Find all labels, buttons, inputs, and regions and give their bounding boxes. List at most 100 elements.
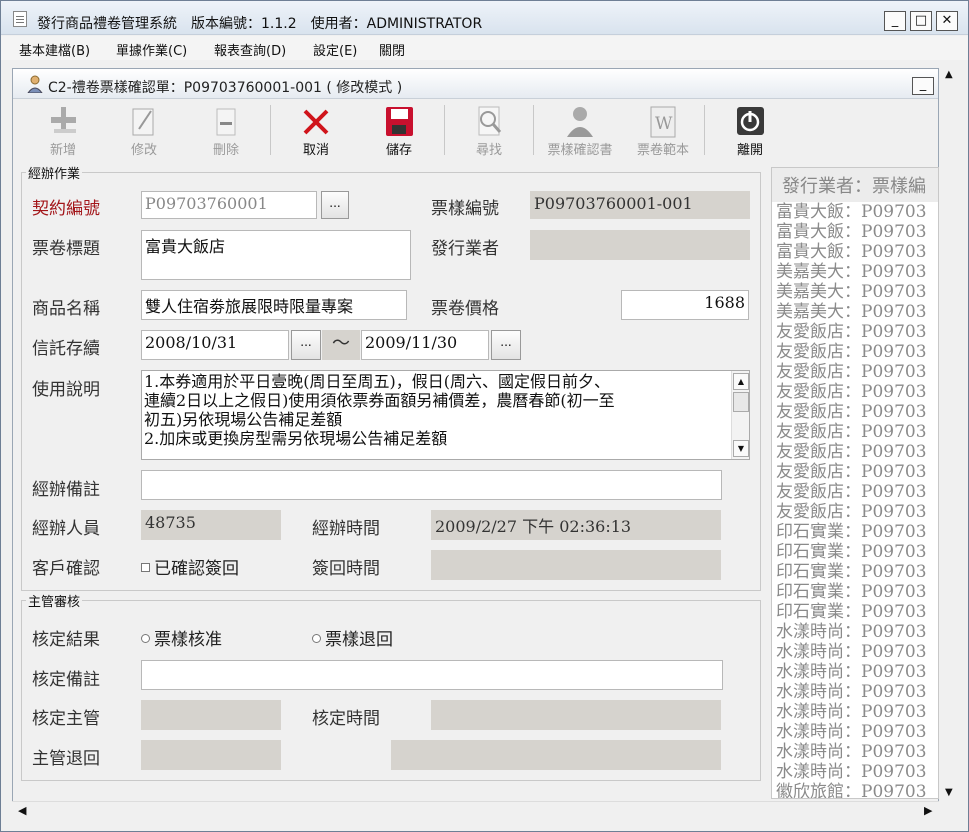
sample-list-row[interactable]: 友愛飯店：P09703	[776, 442, 927, 462]
scroll-up-arrow[interactable]: ▲	[945, 69, 953, 80]
sample-list-row[interactable]: 美嘉美大：P09703	[776, 262, 927, 282]
scroll-right-arrow[interactable]: ▶	[924, 804, 932, 817]
sample-list-row[interactable]: 水漾時尚：P09703	[776, 622, 927, 642]
handle-time-field: 2009/2/27 下午 02:36:13	[431, 510, 721, 540]
sample-list-row[interactable]: 友愛飯店：P09703	[776, 502, 927, 522]
sample-list-row[interactable]: 富貴大飯：P09703	[776, 242, 927, 262]
scroll-down-arrow[interactable]: ▼	[733, 440, 749, 457]
radio-circle	[141, 634, 150, 643]
approver-field	[141, 700, 281, 730]
approve-memo-label: 核定備註	[32, 670, 100, 690]
approve-radio[interactable]: 票樣核准	[141, 625, 222, 650]
menu-reports[interactable]: 報表查詢(D)	[214, 40, 286, 59]
child-minimize-button[interactable]: _	[912, 77, 934, 95]
usage-scrollbar[interactable]: ▲ ▼	[731, 371, 749, 459]
handler-memo-field[interactable]	[141, 470, 722, 500]
menu-bar: 基本建檔(B) 單據作業(C) 報表查詢(D) 設定(E) 關閉	[1, 36, 968, 60]
supervisor-return-detail-field	[391, 740, 721, 770]
signed-back-checkbox[interactable]: 已確認簽回	[141, 554, 239, 579]
sample-list-row[interactable]: 印石實業：P09703	[776, 522, 927, 542]
contract-no-value: P09703760001	[145, 194, 268, 213]
menu-settings[interactable]: 設定(E)	[313, 40, 357, 59]
scroll-left-arrow[interactable]: ◀	[18, 804, 26, 817]
sample-list-row[interactable]: 友愛飯店：P09703	[776, 362, 927, 382]
add-icon	[51, 107, 76, 133]
template-button[interactable]: W 票卷範本	[623, 103, 703, 159]
reject-radio[interactable]: 票樣退回	[312, 625, 393, 650]
sample-no-label: 票樣編號	[431, 199, 499, 219]
trust-end-picker-button[interactable]: ...	[491, 330, 521, 360]
main-vertical-scrollbar[interactable]: ▲ ▼	[941, 67, 959, 803]
approver-label: 核定主管	[32, 709, 100, 729]
sample-list-row[interactable]: 水漾時尚：P09703	[776, 702, 927, 722]
cancel-button[interactable]: 取消	[286, 103, 346, 159]
sample-list-row[interactable]: 友愛飯店：P09703	[776, 462, 927, 482]
maximize-button[interactable]: □	[910, 11, 932, 31]
sample-list-row[interactable]: 美嘉美大：P09703	[776, 282, 927, 302]
scroll-down-arrow[interactable]: ▼	[945, 787, 953, 798]
delete-icon	[216, 108, 236, 136]
date-range-tilde: ～	[322, 330, 360, 360]
price-field[interactable]: 1688	[621, 290, 749, 320]
sample-confirm-button[interactable]: 票樣確認書	[540, 103, 620, 159]
product-name-field[interactable]: 雙人住宿劵旅展限時限量專案	[141, 290, 407, 320]
sample-list-row[interactable]: 印石實業：P09703	[776, 562, 927, 582]
approve-time-field	[431, 700, 721, 730]
trust-start-picker-button[interactable]: ...	[291, 330, 321, 360]
sample-list-row[interactable]: 富貴大飯：P09703	[776, 202, 927, 222]
menu-documents[interactable]: 單據作業(C)	[116, 40, 187, 59]
scroll-thumb[interactable]	[733, 392, 749, 412]
usage-line: 連續2日以上之假日)使用須依票券面額另補價差，農曆春節(初一至	[144, 391, 615, 410]
sample-list-row[interactable]: 友愛飯店：P09703	[776, 422, 927, 442]
child-title-bar: C2-禮卷票樣確認單：P09703760001-001 ( 修改模式 ) _	[13, 69, 938, 99]
minimize-button[interactable]: _	[884, 11, 906, 31]
sample-list-row[interactable]: 富貴大飯：P09703	[776, 222, 927, 242]
trust-start-field[interactable]: 2008/10/31	[141, 330, 289, 360]
contract-lookup-button[interactable]: ...	[321, 191, 349, 219]
delete-label: 刪除	[212, 143, 239, 158]
sample-list-row[interactable]: 水漾時尚：P09703	[776, 762, 927, 782]
menu-close[interactable]: 關閉	[379, 40, 405, 59]
exit-button[interactable]: 離開	[720, 103, 780, 159]
new-label: 新增	[49, 143, 76, 158]
horizontal-scrollbar[interactable]: ◀ ▶	[12, 801, 939, 821]
edit-button[interactable]: 修改	[114, 103, 174, 159]
trust-end-field[interactable]: 2009/11/30	[361, 330, 489, 360]
usage-text: 1.本券適用於平日壹晚(周日至周五)，假日(周六、國定假日前夕、 連續2日以上之…	[144, 372, 728, 448]
sample-list-row[interactable]: 印石實業：P09703	[776, 542, 927, 562]
sample-list-row[interactable]: 友愛飯店：P09703	[776, 342, 927, 362]
find-label: 尋找	[475, 143, 502, 158]
price-label: 票卷價格	[431, 299, 499, 319]
sample-list-row[interactable]: 徽欣旅館：P09703	[776, 782, 927, 798]
ticket-title-field[interactable]: 富貴大飯店	[141, 230, 411, 280]
cancel-x-icon	[303, 109, 329, 135]
approve-memo-field[interactable]	[141, 660, 723, 690]
find-button[interactable]: 尋找	[459, 103, 519, 159]
sample-list-row[interactable]: 水漾時尚：P09703	[776, 722, 927, 742]
toolbar-separator	[444, 105, 445, 155]
close-button[interactable]: ✕	[936, 11, 958, 31]
sample-list-row[interactable]: 友愛飯店：P09703	[776, 482, 927, 502]
sample-list-row[interactable]: 美嘉美大：P09703	[776, 302, 927, 322]
sample-list-grid[interactable]: 發行業者：票樣編 富貴大飯：P09703 富貴大飯：P09703 富貴大飯：P097…	[771, 167, 939, 799]
contract-no-field[interactable]: P09703760001	[141, 191, 317, 219]
new-button[interactable]: 新增	[33, 103, 93, 159]
save-button[interactable]: 儲存	[369, 103, 429, 159]
delete-button[interactable]: 刪除	[196, 103, 256, 159]
sample-list-row[interactable]: 水漾時尚：P09703	[776, 642, 927, 662]
handling-legend: 經辦作業	[28, 167, 81, 182]
radio-circle	[312, 634, 321, 643]
sample-list-row[interactable]: 友愛飯店：P09703	[776, 322, 927, 342]
sample-list-row[interactable]: 友愛飯店：P09703	[776, 402, 927, 422]
scroll-up-arrow[interactable]: ▲	[733, 373, 749, 390]
sample-list-row[interactable]: 水漾時尚：P09703	[776, 742, 927, 762]
edit-label: 修改	[130, 143, 157, 158]
sample-confirm-label: 票樣確認書	[547, 143, 613, 158]
sample-list-row[interactable]: 水漾時尚：P09703	[776, 662, 927, 682]
sample-list-row[interactable]: 水漾時尚：P09703	[776, 682, 927, 702]
usage-textarea[interactable]: 1.本券適用於平日壹晚(周日至周五)，假日(周六、國定假日前夕、 連續2日以上之…	[141, 370, 750, 460]
sample-list-row[interactable]: 友愛飯店：P09703	[776, 382, 927, 402]
sample-list-row[interactable]: 印石實業：P09703	[776, 602, 927, 622]
sample-list-row[interactable]: 印石實業：P09703	[776, 582, 927, 602]
menu-basic-data[interactable]: 基本建檔(B)	[19, 40, 90, 59]
